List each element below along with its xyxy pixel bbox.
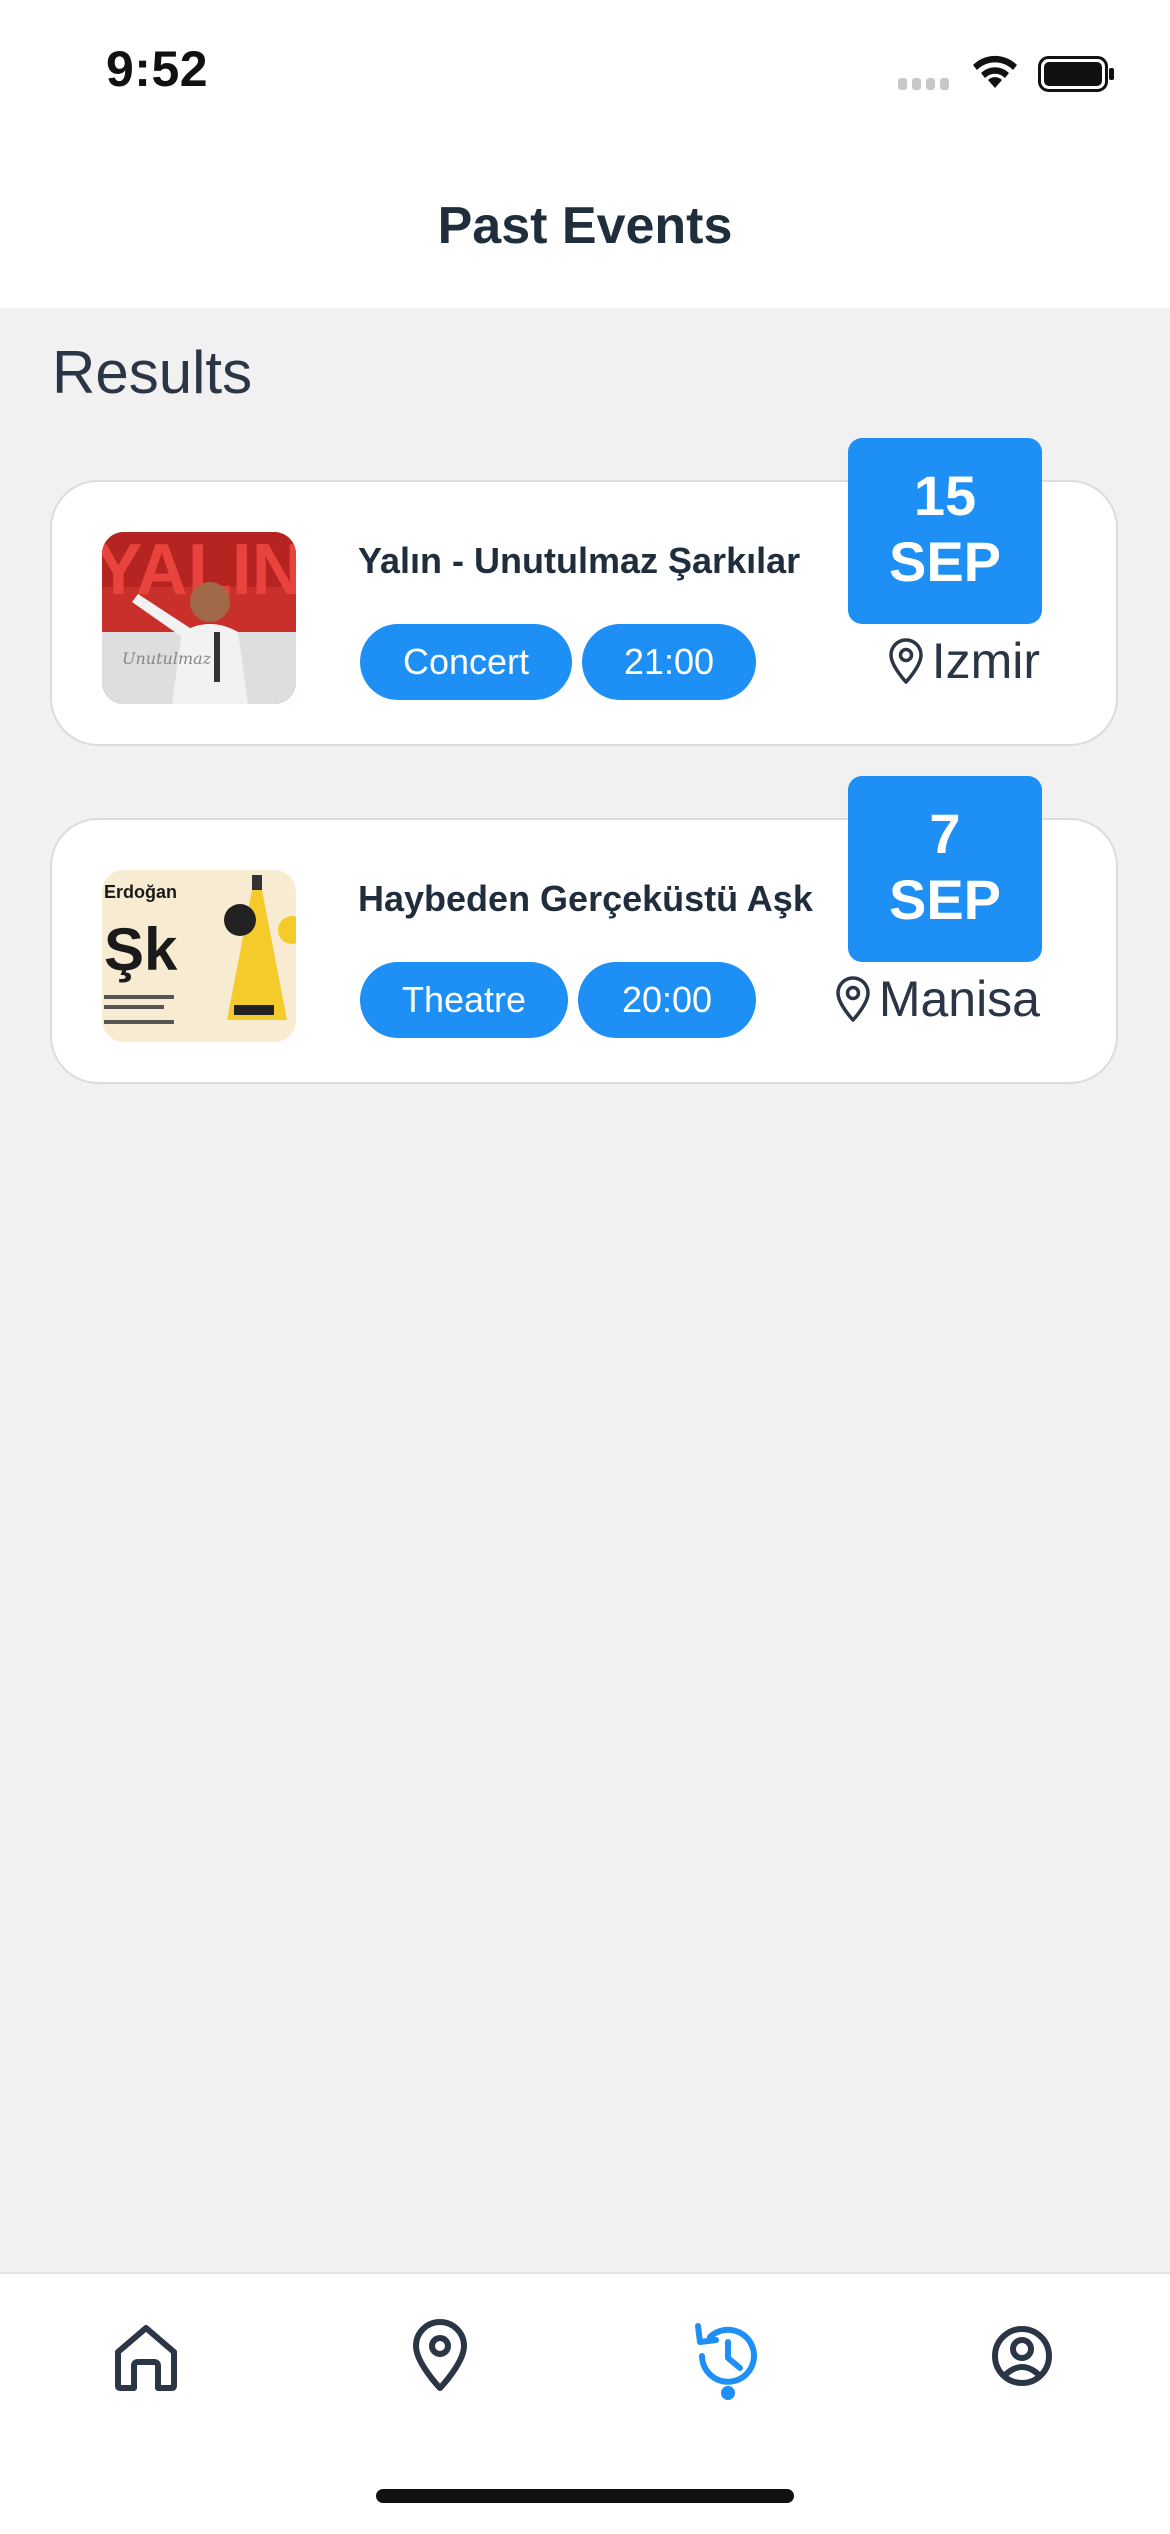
battery-icon xyxy=(1038,56,1114,92)
date-day: 7 xyxy=(929,802,961,865)
map-pin-icon[interactable] xyxy=(400,2316,480,2396)
time-badge: 20:00 xyxy=(578,962,756,1038)
time-badge: 21:00 xyxy=(582,624,756,700)
date-month: SEP xyxy=(888,868,1002,931)
cellular-signal-icon xyxy=(898,78,952,90)
svg-text:Unutulmaz: Unutulmaz xyxy=(122,649,212,668)
event-poster-image: Erdoğan Şk xyxy=(102,870,296,1042)
home-indicator xyxy=(376,2489,794,2503)
date-badge: 7 SEP xyxy=(848,776,1042,962)
wifi-icon xyxy=(973,55,1017,88)
event-title: Haybeden Gerçeküstü Aşk xyxy=(358,878,813,919)
poster-text: Erdoğan xyxy=(104,882,177,902)
profile-icon[interactable] xyxy=(982,2316,1062,2396)
date-month: SEP xyxy=(888,530,1002,593)
page-title: Past Events xyxy=(437,197,733,255)
category-badge: Theatre xyxy=(360,962,568,1038)
location-label: Manisa xyxy=(878,971,1040,1027)
date-day: 15 xyxy=(913,464,977,527)
map-pin-icon xyxy=(836,976,870,1022)
event-card[interactable]: YALIN Unutulmaz Yalın - Unutulmaz Şarkıl… xyxy=(50,438,1118,746)
map-pin-icon xyxy=(888,638,923,684)
event-location: Manisa xyxy=(833,970,1040,1028)
status-time: 9:52 xyxy=(106,41,209,97)
event-title: Yalın - Unutulmaz Şarkılar xyxy=(358,540,801,581)
category-badge: Concert xyxy=(360,624,572,700)
results-heading: Results xyxy=(52,339,253,406)
navigation-header: Past Events xyxy=(0,150,1170,308)
event-poster-image: YALIN Unutulmaz xyxy=(102,532,296,704)
home-icon[interactable] xyxy=(106,2316,186,2396)
event-location: Izmir xyxy=(886,632,1040,690)
svg-text:Şk: Şk xyxy=(104,916,178,983)
history-icon[interactable] xyxy=(688,2316,768,2396)
date-badge: 15 SEP xyxy=(848,438,1042,624)
event-card[interactable]: Erdoğan Şk Haybeden Gerçeküstü Aşk Theat… xyxy=(50,776,1118,1084)
status-icons xyxy=(898,52,1118,96)
status-bar: 9:52 xyxy=(0,0,1170,150)
active-tab-indicator xyxy=(721,2386,735,2400)
location-label: Izmir xyxy=(931,633,1040,689)
